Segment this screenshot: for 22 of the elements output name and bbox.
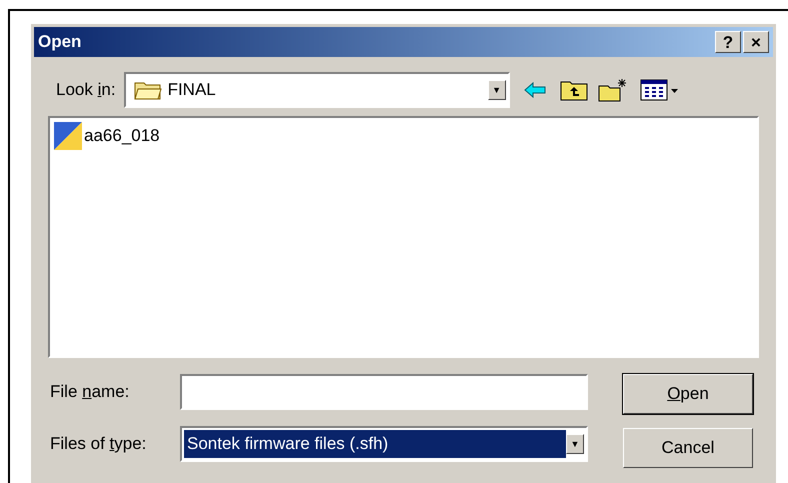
help-button[interactable]: ?	[715, 31, 741, 53]
file-type-label: Files of type:	[50, 433, 148, 456]
back-arrow-icon[interactable]	[524, 82, 546, 98]
open-button[interactable]: Open	[623, 374, 753, 414]
new-folder-icon[interactable]	[598, 78, 628, 102]
file-item[interactable]: aa66_018	[54, 122, 162, 150]
file-name-field[interactable]	[180, 374, 588, 410]
up-folder-icon[interactable]	[560, 79, 588, 101]
window-title: Open	[38, 31, 82, 54]
file-type-value: Sontek firmware files (.sfh)	[184, 430, 566, 458]
file-icon	[54, 122, 82, 150]
look-in-label: Look in:	[56, 79, 116, 102]
close-button[interactable]: ×	[743, 31, 769, 53]
dropdown-button[interactable]: ▼	[488, 80, 506, 100]
dropdown-button[interactable]: ▼	[566, 434, 584, 454]
look-in-dropdown[interactable]: FINAL ▼	[124, 72, 510, 108]
look-in-value: FINAL	[168, 79, 217, 102]
view-menu-icon[interactable]	[640, 79, 680, 101]
folder-icon	[134, 80, 162, 100]
cancel-button[interactable]: Cancel	[623, 428, 753, 468]
file-type-dropdown[interactable]: Sontek firmware files (.sfh) ▼	[180, 426, 588, 462]
file-name-label: File name:	[50, 381, 130, 404]
